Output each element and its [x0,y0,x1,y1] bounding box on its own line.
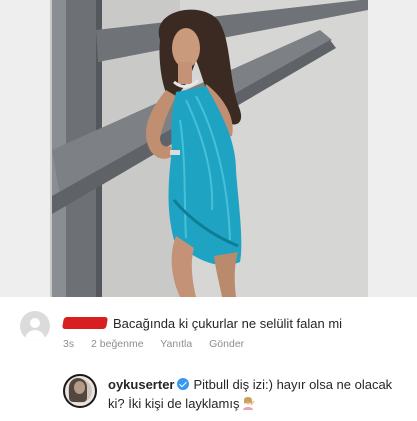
comment-meta: 3s 2 beğenme Yanıtla Gönder [63,338,258,350]
send-link[interactable]: Gönder [209,338,244,350]
reply-comment: oykuserter Pitbull diş izi:) hayır olsa n… [108,375,404,413]
comment-text: Bacağında ki çukurlar ne selülit falan m… [113,316,343,331]
redacted-username [61,317,109,329]
verified-badge-icon [177,378,190,390]
avatar-placeholder-body [25,330,45,341]
reply-link[interactable]: Yanıtla [160,338,192,350]
photo-illustration [0,0,417,297]
replier-avatar[interactable] [63,374,97,408]
avatar-placeholder-head [30,318,40,328]
comments-section: Bacağında ki çukurlar ne selülit falan m… [0,297,417,421]
comment-time: 3s [63,338,75,350]
post-photo [0,0,417,297]
reply-username[interactable]: oykuserter [108,377,174,392]
comment-likes-link[interactable]: 2 beğenme [91,338,144,350]
avatar-face [74,381,85,394]
person-gesturing-emoji-icon [243,397,256,410]
commenter-avatar[interactable] [20,311,50,341]
comment-line: Bacağında ki çukurlar ne selülit falan m… [61,315,343,333]
